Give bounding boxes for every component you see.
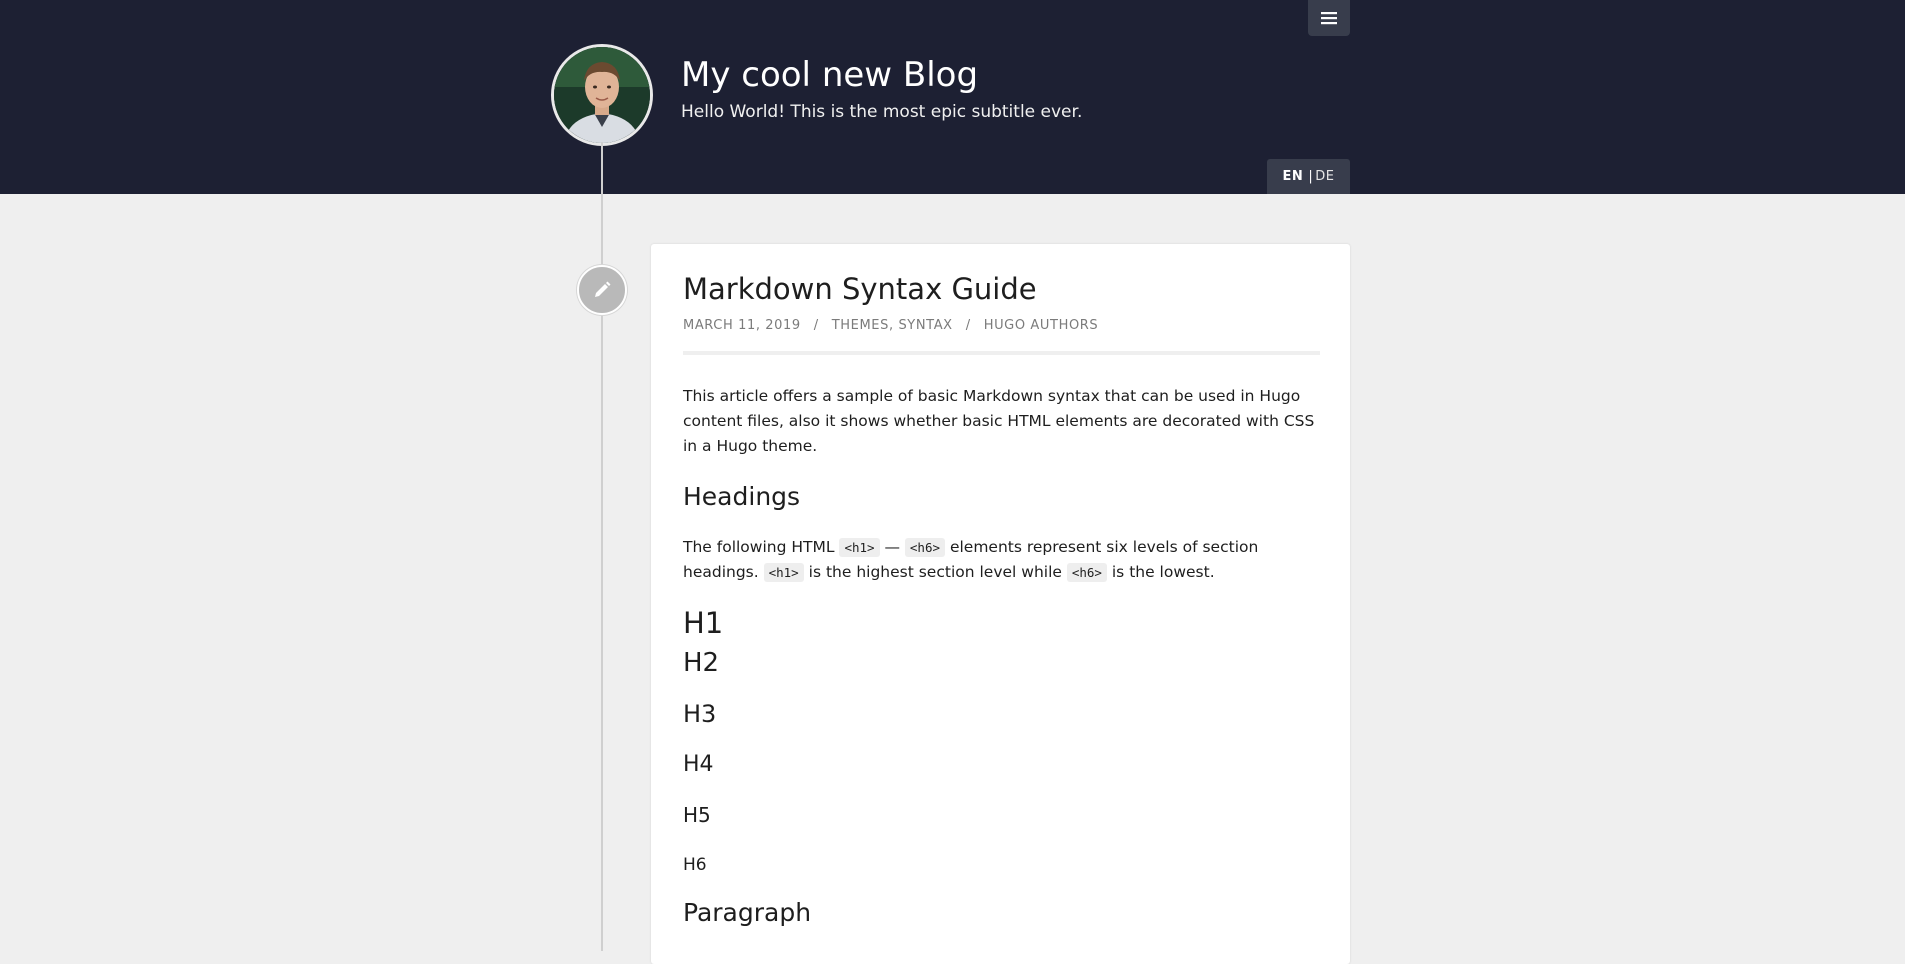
code-h6: <h6> bbox=[904, 538, 946, 557]
avatar[interactable] bbox=[551, 44, 653, 146]
blog-subtitle: Hello World! This is the most epic subti… bbox=[681, 102, 1083, 122]
heading-h2: H2 bbox=[683, 648, 720, 678]
pencil-icon bbox=[595, 281, 611, 297]
language-de[interactable]: DE bbox=[1315, 169, 1334, 184]
language-separator: | bbox=[1308, 169, 1314, 184]
heading-h1: H1 bbox=[683, 606, 724, 640]
post-content: This article offers a sample of basic Ma… bbox=[683, 384, 1320, 459]
section-heading-headings: Headings bbox=[683, 482, 801, 511]
meta-separator: / bbox=[813, 318, 819, 333]
post-date: MARCH 11, 2019 bbox=[683, 318, 801, 333]
post-type-badge bbox=[577, 265, 627, 315]
menu-button[interactable] bbox=[1308, 0, 1350, 36]
heading-h5: H5 bbox=[683, 803, 711, 827]
blog-title[interactable]: My cool new Blog bbox=[681, 55, 978, 95]
timeline-line bbox=[601, 142, 603, 951]
language-switcher: EN | DE bbox=[1267, 159, 1350, 194]
intro-paragraph: This article offers a sample of basic Ma… bbox=[683, 387, 1315, 455]
post-card: Markdown Syntax Guide MARCH 11, 2019 / THE… bbox=[651, 244, 1350, 964]
heading-h3: H3 bbox=[683, 700, 717, 728]
post-meta: MARCH 11, 2019 / THEMES, SYNTAX / HUGO AUTHO… bbox=[683, 318, 1098, 333]
heading-h6: H6 bbox=[683, 855, 707, 875]
code-h1: <h1> bbox=[839, 538, 880, 557]
post-title[interactable]: Markdown Syntax Guide bbox=[683, 272, 1037, 306]
post-author: HUGO AUTHORS bbox=[983, 318, 1099, 333]
headings-paragraph: The following HTML <h1> — <h6> elements … bbox=[683, 538, 1259, 582]
site-header: My cool new Blog Hello World! This is th… bbox=[0, 0, 1905, 194]
hamburger-menu-icon bbox=[1321, 12, 1337, 25]
post-divider bbox=[683, 351, 1320, 355]
avatar-portrait-image bbox=[554, 47, 650, 143]
post-categories[interactable]: THEMES, SYNTAX bbox=[832, 318, 953, 333]
language-en[interactable]: EN bbox=[1283, 169, 1304, 184]
section-heading-paragraph: Paragraph bbox=[683, 898, 812, 927]
meta-separator: / bbox=[965, 318, 971, 333]
code-h6: <h6> bbox=[1066, 563, 1107, 582]
heading-h4: H4 bbox=[683, 752, 714, 777]
code-h1: <h1> bbox=[763, 563, 804, 582]
